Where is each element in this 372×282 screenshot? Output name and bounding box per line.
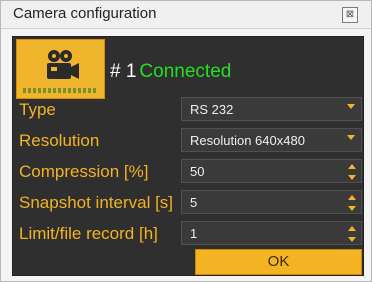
window-title: Camera configuration [13, 5, 157, 22]
camera-status: # 1 Connected [110, 61, 231, 83]
spin-arrows-icon[interactable] [348, 194, 356, 212]
resolution-label: Resolution [19, 131, 100, 150]
connection-status: Connected [139, 61, 232, 82]
chevron-down-icon [347, 104, 355, 109]
spin-arrows-icon[interactable] [348, 225, 356, 243]
config-panel: # 1 Connected Type RS 232 Resolution Reso… [12, 36, 364, 276]
compression-value: 50 [190, 164, 205, 179]
resolution-dropdown[interactable]: Resolution 640x480 [181, 128, 362, 152]
spin-arrows-icon[interactable] [348, 163, 356, 181]
type-dropdown[interactable]: RS 232 [181, 97, 362, 121]
tile-decor-strip [23, 88, 98, 93]
title-bar: Camera configuration ⊠ [1, 1, 371, 29]
camera-tile[interactable] [16, 39, 105, 99]
limit-file-record-stepper[interactable]: 1 [181, 221, 362, 245]
resolution-value: Resolution 640x480 [190, 133, 305, 148]
compression-stepper[interactable]: 50 [181, 159, 362, 183]
snapshot-interval-value: 5 [190, 195, 198, 210]
close-icon[interactable]: ⊠ [342, 7, 358, 23]
compression-label: Compression [%] [19, 162, 149, 181]
film-camera-icon [47, 50, 79, 79]
snapshot-interval-label: Snapshot interval [s] [19, 193, 174, 212]
limit-file-record-label: Limit/file record [h] [19, 224, 158, 243]
chevron-down-icon [347, 135, 355, 140]
camera-number: # 1 [110, 61, 137, 82]
snapshot-interval-stepper[interactable]: 5 [181, 190, 362, 214]
type-value: RS 232 [190, 102, 234, 117]
camera-configuration-window: Camera configuration ⊠ # 1 Connected Type… [0, 0, 372, 282]
limit-file-record-value: 1 [190, 226, 198, 241]
type-label: Type [19, 100, 56, 119]
ok-button[interactable]: OK [195, 249, 362, 275]
